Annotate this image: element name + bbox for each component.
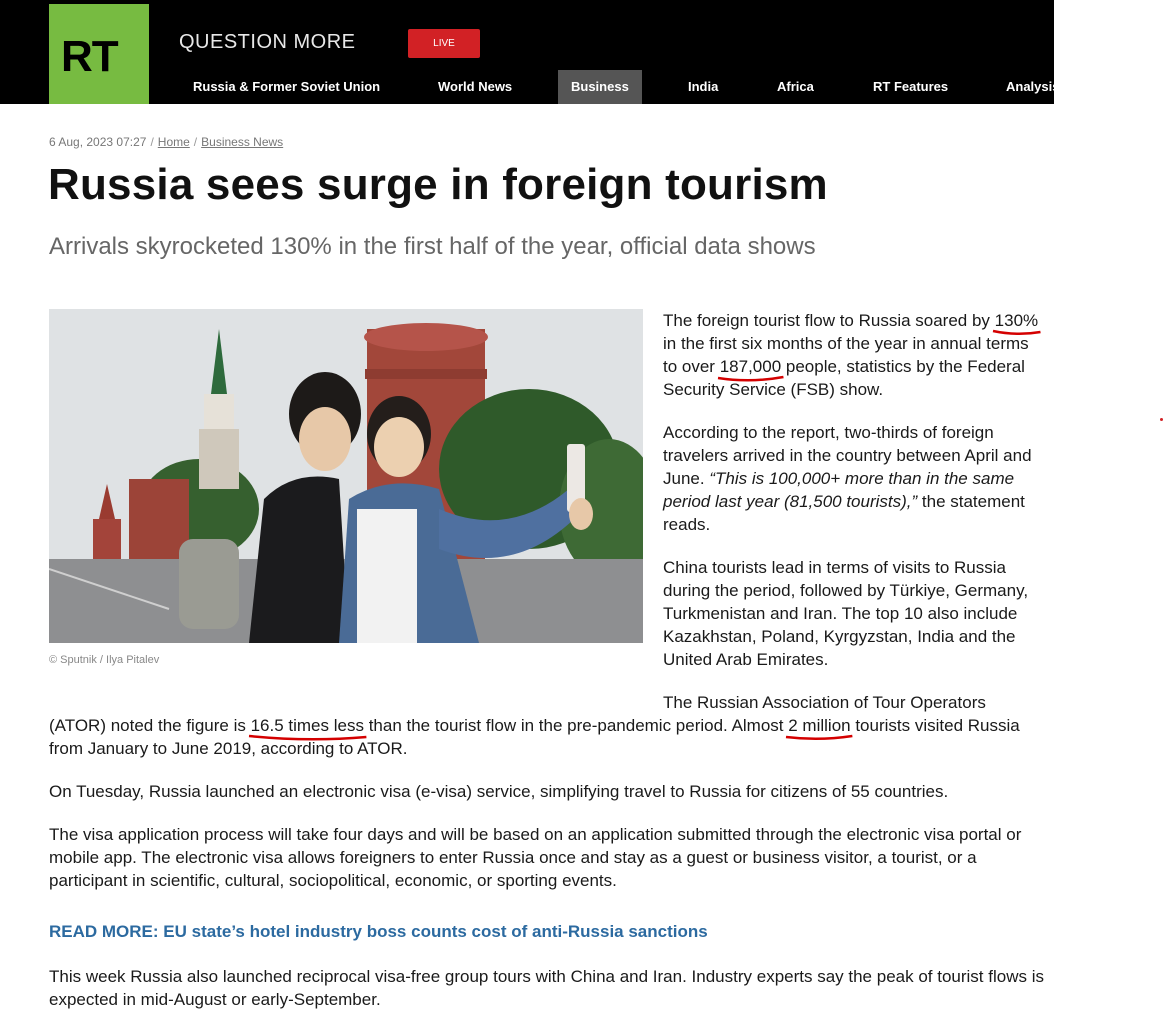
paragraph-4: (ATOR) noted the figure is 16.5 times le… bbox=[49, 714, 1039, 760]
main-nav: Russia & Former Soviet Union World News … bbox=[0, 70, 1054, 104]
nav-item-analysis[interactable]: Analysis bbox=[1006, 70, 1054, 104]
p4-line-1: The Russian Association of Tour Operator… bbox=[663, 693, 986, 712]
live-button[interactable]: LIVE bbox=[408, 29, 480, 58]
breadcrumb-home-link[interactable]: Home bbox=[158, 135, 190, 149]
highlight-16-5-times: 16.5 times less bbox=[251, 716, 364, 735]
paragraph-2: According to the report, two-thirds of f… bbox=[663, 421, 1043, 536]
publish-date: 6 Aug, 2023 07:27 bbox=[49, 135, 147, 149]
highlight-187000: 187,000 bbox=[720, 357, 781, 376]
nav-item-business[interactable]: Business bbox=[558, 70, 642, 104]
paragraph-3: China tourists lead in terms of visits t… bbox=[663, 556, 1043, 671]
nav-item-world-news[interactable]: World News bbox=[438, 70, 512, 104]
red-underline bbox=[718, 374, 783, 384]
read-more-colon: : bbox=[152, 922, 164, 941]
p4-text-a: (ATOR) noted the figure is bbox=[49, 716, 251, 735]
article-photo[interactable] bbox=[49, 309, 643, 643]
read-more-link[interactable]: READ MORE: EU state’s hotel industry bos… bbox=[49, 922, 708, 942]
article-title: Russia sees surge in foreign tourism bbox=[48, 160, 828, 209]
paragraph-7: This week Russia also launched reciproca… bbox=[49, 965, 1049, 1011]
article-subtitle: Arrivals skyrocketed 130% in the first h… bbox=[49, 233, 816, 260]
photo-caption: © Sputnik / Ilya Pitalev bbox=[49, 654, 160, 666]
highlight-130-percent: 130% bbox=[995, 311, 1038, 330]
red-dot-mark bbox=[1160, 418, 1163, 421]
p7-text: This week Russia also launched reciproca… bbox=[49, 967, 1044, 1009]
nav-item-russia[interactable]: Russia & Former Soviet Union bbox=[193, 70, 380, 104]
p4-text-b: than the tourist flow in the pre-pandemi… bbox=[363, 716, 789, 735]
breadcrumb-section-link[interactable]: Business News bbox=[201, 135, 283, 149]
red-underline bbox=[786, 733, 852, 743]
breadcrumb: 6 Aug, 2023 07:27/Home / Business News bbox=[49, 135, 284, 149]
read-more-title: EU state’s hotel industry boss counts co… bbox=[163, 922, 708, 941]
paragraph-1: The foreign tourist flow to Russia soare… bbox=[663, 309, 1043, 401]
photo-illustration bbox=[49, 309, 643, 643]
nav-item-africa[interactable]: Africa bbox=[777, 70, 814, 104]
paragraph-5: On Tuesday, Russia launched an electroni… bbox=[49, 780, 1049, 803]
nav-item-india[interactable]: India bbox=[688, 70, 718, 104]
p5-text: On Tuesday, Russia launched an electroni… bbox=[49, 782, 949, 801]
p3-text: China tourists lead in terms of visits t… bbox=[663, 558, 1029, 669]
paragraph-6: The visa application process will take f… bbox=[49, 823, 1029, 892]
p6-text: The visa application process will take f… bbox=[49, 825, 1022, 890]
red-underline bbox=[993, 328, 1040, 338]
red-underline bbox=[249, 733, 366, 743]
p1-text-a: The foreign tourist flow to Russia soare… bbox=[663, 311, 995, 330]
paragraph-4-line-1: The Russian Association of Tour Operator… bbox=[663, 691, 1043, 714]
slogan: QUESTION MORE bbox=[179, 31, 356, 53]
nav-item-rt-features[interactable]: RT Features bbox=[873, 70, 948, 104]
site-header: RT QUESTION MORE LIVE Russia & Former So… bbox=[0, 0, 1054, 104]
read-more-label: READ MORE bbox=[49, 922, 153, 941]
highlight-2-million: 2 million bbox=[788, 716, 850, 735]
